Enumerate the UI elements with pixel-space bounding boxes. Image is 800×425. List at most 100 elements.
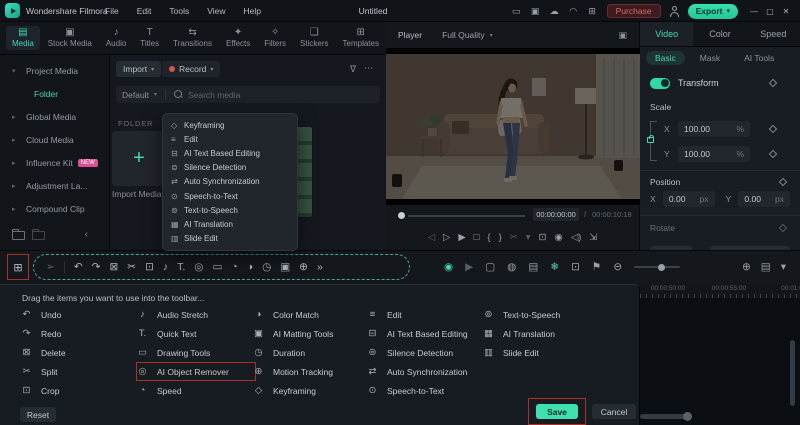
close-icon[interactable]: ✕ xyxy=(778,7,794,16)
delete-icon[interactable]: ⊠ xyxy=(109,261,118,273)
panel-text-to-speech[interactable]: ⊚ Text-to-Speech xyxy=(482,305,598,324)
panel-silence-detection[interactable]: ⊜ Silence Detection xyxy=(366,343,482,362)
panel-ai-matting-tools[interactable]: ▣ AI Matting Tools xyxy=(252,324,368,343)
stop-icon[interactable]: □ xyxy=(474,232,480,243)
tab-transitions[interactable]: ⇆ Transitions xyxy=(167,26,218,50)
play-icon[interactable]: ▶ xyxy=(458,232,465,243)
more-tools-icon[interactable]: » xyxy=(317,261,323,273)
menu-slide-edit[interactable]: ▥ Slide Edit xyxy=(163,232,297,246)
panel-split[interactable]: ✂ Split xyxy=(20,362,136,381)
menu-ai-text-based-editing[interactable]: ⊟ AI Text Based Editing xyxy=(163,146,297,160)
select-tool-icon[interactable]: ➢ xyxy=(46,261,55,273)
speed-icon[interactable]: ◔ xyxy=(231,261,237,273)
sidebar-item-project-media[interactable]: ▾ Project Media xyxy=(0,59,109,82)
menu-item[interactable]: Help xyxy=(243,6,260,16)
panel-edit[interactable]: ≡ Edit xyxy=(366,305,482,324)
tab-color[interactable]: Color xyxy=(693,22,746,46)
keyframe-diamond-icon[interactable] xyxy=(778,223,788,233)
collapse-sidebar-icon[interactable]: ‹ xyxy=(85,229,88,240)
sidebar-item-folder[interactable]: Folder xyxy=(0,82,109,105)
zoom-slider-handle[interactable] xyxy=(658,263,666,271)
keyframe-diamond-icon[interactable] xyxy=(768,124,778,133)
horizontal-scrollbar[interactable] xyxy=(640,412,692,421)
panel-audio-stretch[interactable]: ♪ Audio Stretch xyxy=(136,305,256,324)
menu-auto-synchronization[interactable]: ⇄ Auto Synchronization xyxy=(163,175,297,189)
sidebar-item-adjustment-layer[interactable]: ▸ Adjustment La... xyxy=(0,174,109,197)
sidebar-item-compound-clip[interactable]: ▸ Compound Clip xyxy=(0,197,109,220)
subtab-mask[interactable]: Mask xyxy=(691,51,729,65)
panel-motion-tracking[interactable]: ⊕ Motion Tracking xyxy=(252,362,368,381)
panel-duration[interactable]: ◷ Duration xyxy=(252,343,368,362)
subtab-basic[interactable]: Basic xyxy=(646,51,685,65)
duration-icon[interactable]: ◷ xyxy=(262,261,271,273)
sidebar-item-cloud-media[interactable]: ▸ Cloud Media xyxy=(0,128,109,151)
sidebar-item-global-media[interactable]: ▸ Global Media xyxy=(0,105,109,128)
panel-crop[interactable]: ⊡ Crop xyxy=(20,381,136,400)
menu-item[interactable]: Edit xyxy=(137,6,152,16)
tab-templates[interactable]: ⊞ Templates xyxy=(337,26,385,50)
panel-undo[interactable]: ↶ Undo xyxy=(20,305,136,324)
panel-redo[interactable]: ↷ Redo xyxy=(20,324,136,343)
redo-icon[interactable]: ↷ xyxy=(92,261,101,273)
panel-speed[interactable]: ◔ Speed xyxy=(136,381,256,400)
quality-dropdown[interactable]: Full Quality ▾ xyxy=(442,30,493,40)
undo-icon[interactable]: ↶ xyxy=(74,261,83,273)
mask-tool-icon[interactable]: ▢ xyxy=(485,261,495,273)
previous-frame-icon[interactable]: ◁ xyxy=(428,232,435,243)
timeline-ruler[interactable]: 00:00:50:00 00:00:55:00 00:01:0 xyxy=(640,284,800,298)
lock-icon[interactable] xyxy=(647,135,654,143)
panel-slide-edit[interactable]: ▥ Slide Edit xyxy=(482,343,598,362)
account-icon[interactable] xyxy=(669,5,680,17)
timeline-zoom-slider[interactable] xyxy=(634,263,681,271)
preview-settings-icon[interactable]: ▣ xyxy=(618,30,627,41)
quick-text-icon[interactable]: T. xyxy=(177,261,185,273)
shortcuts-icon[interactable]: ⊞ xyxy=(586,6,599,17)
track-caret-icon[interactable]: ▾ xyxy=(781,261,786,273)
delete-folder-icon[interactable] xyxy=(32,229,45,240)
scale-y-input[interactable]: 100.00 % xyxy=(678,145,750,162)
track-manager-icon[interactable]: ▤ xyxy=(761,261,771,273)
drawing-tools-icon[interactable]: ▭ xyxy=(212,261,222,273)
fullscreen-icon[interactable]: ⇲ xyxy=(589,232,597,243)
filter-icon[interactable]: ∇ xyxy=(350,64,356,75)
split-icon[interactable]: ✂ xyxy=(127,261,136,273)
save-button[interactable]: Save xyxy=(536,404,578,419)
tab-media[interactable]: ▤ Media xyxy=(6,26,40,50)
tab-stock-media[interactable]: ▣ Stock Media xyxy=(42,26,98,50)
ai-matting-icon[interactable]: ▣ xyxy=(280,261,290,273)
tab-filters[interactable]: ✧ Filters xyxy=(258,26,292,50)
transform-toggle[interactable] xyxy=(650,77,670,89)
playhead-knob[interactable] xyxy=(398,212,405,219)
menu-edit[interactable]: ≡ Edit xyxy=(163,132,297,146)
zoom-out-icon[interactable]: ⊖ xyxy=(613,261,622,273)
export-button[interactable]: Export ▾ xyxy=(687,3,738,19)
maximize-icon[interactable]: ▢ xyxy=(762,7,778,16)
tab-effects[interactable]: ✦ Effects xyxy=(220,26,256,50)
support-icon[interactable]: ◠ xyxy=(567,6,580,17)
new-folder-icon[interactable] xyxy=(12,229,25,240)
panel-delete[interactable]: ⊠ Delete xyxy=(20,343,136,362)
import-button[interactable]: Import ▾ xyxy=(116,61,162,77)
mark-in-icon[interactable]: { xyxy=(487,232,490,243)
split-preview-icon[interactable]: ✂ xyxy=(510,232,518,243)
media-library-icon[interactable]: ▣ xyxy=(529,6,542,17)
tab-audio[interactable]: ♪ Audio xyxy=(100,26,132,50)
import-media-tile[interactable]: + xyxy=(112,131,166,186)
toolbar-divider[interactable]: | xyxy=(63,261,65,273)
effects-icon[interactable]: ❄ xyxy=(550,261,559,273)
mark-out-icon[interactable]: } xyxy=(499,232,502,243)
avatar-icon[interactable]: ◉ xyxy=(444,261,453,273)
scale-x-input[interactable]: 100.00 % xyxy=(678,120,750,137)
tab-stickers[interactable]: ❏ Stickers xyxy=(294,26,334,50)
keyframe-diamond-icon[interactable] xyxy=(778,177,788,187)
panel-keyframing[interactable]: ◇ Keyframing xyxy=(252,381,368,400)
panel-speech-to-text[interactable]: ⊙ Speech-to-Text xyxy=(366,381,482,400)
keyframe-diamond-icon[interactable] xyxy=(768,78,778,88)
panel-drawing-tools[interactable]: ▭ Drawing Tools xyxy=(136,343,256,362)
tab-video[interactable]: Video xyxy=(640,22,694,46)
preview-play-icon[interactable]: ▶ xyxy=(465,261,473,273)
search-scope-dropdown[interactable]: Default xyxy=(122,90,149,100)
timeline-tracks[interactable] xyxy=(640,298,800,425)
keyframe-diamond-icon[interactable] xyxy=(768,149,778,158)
snapshot-icon[interactable]: ◉ xyxy=(555,232,563,243)
